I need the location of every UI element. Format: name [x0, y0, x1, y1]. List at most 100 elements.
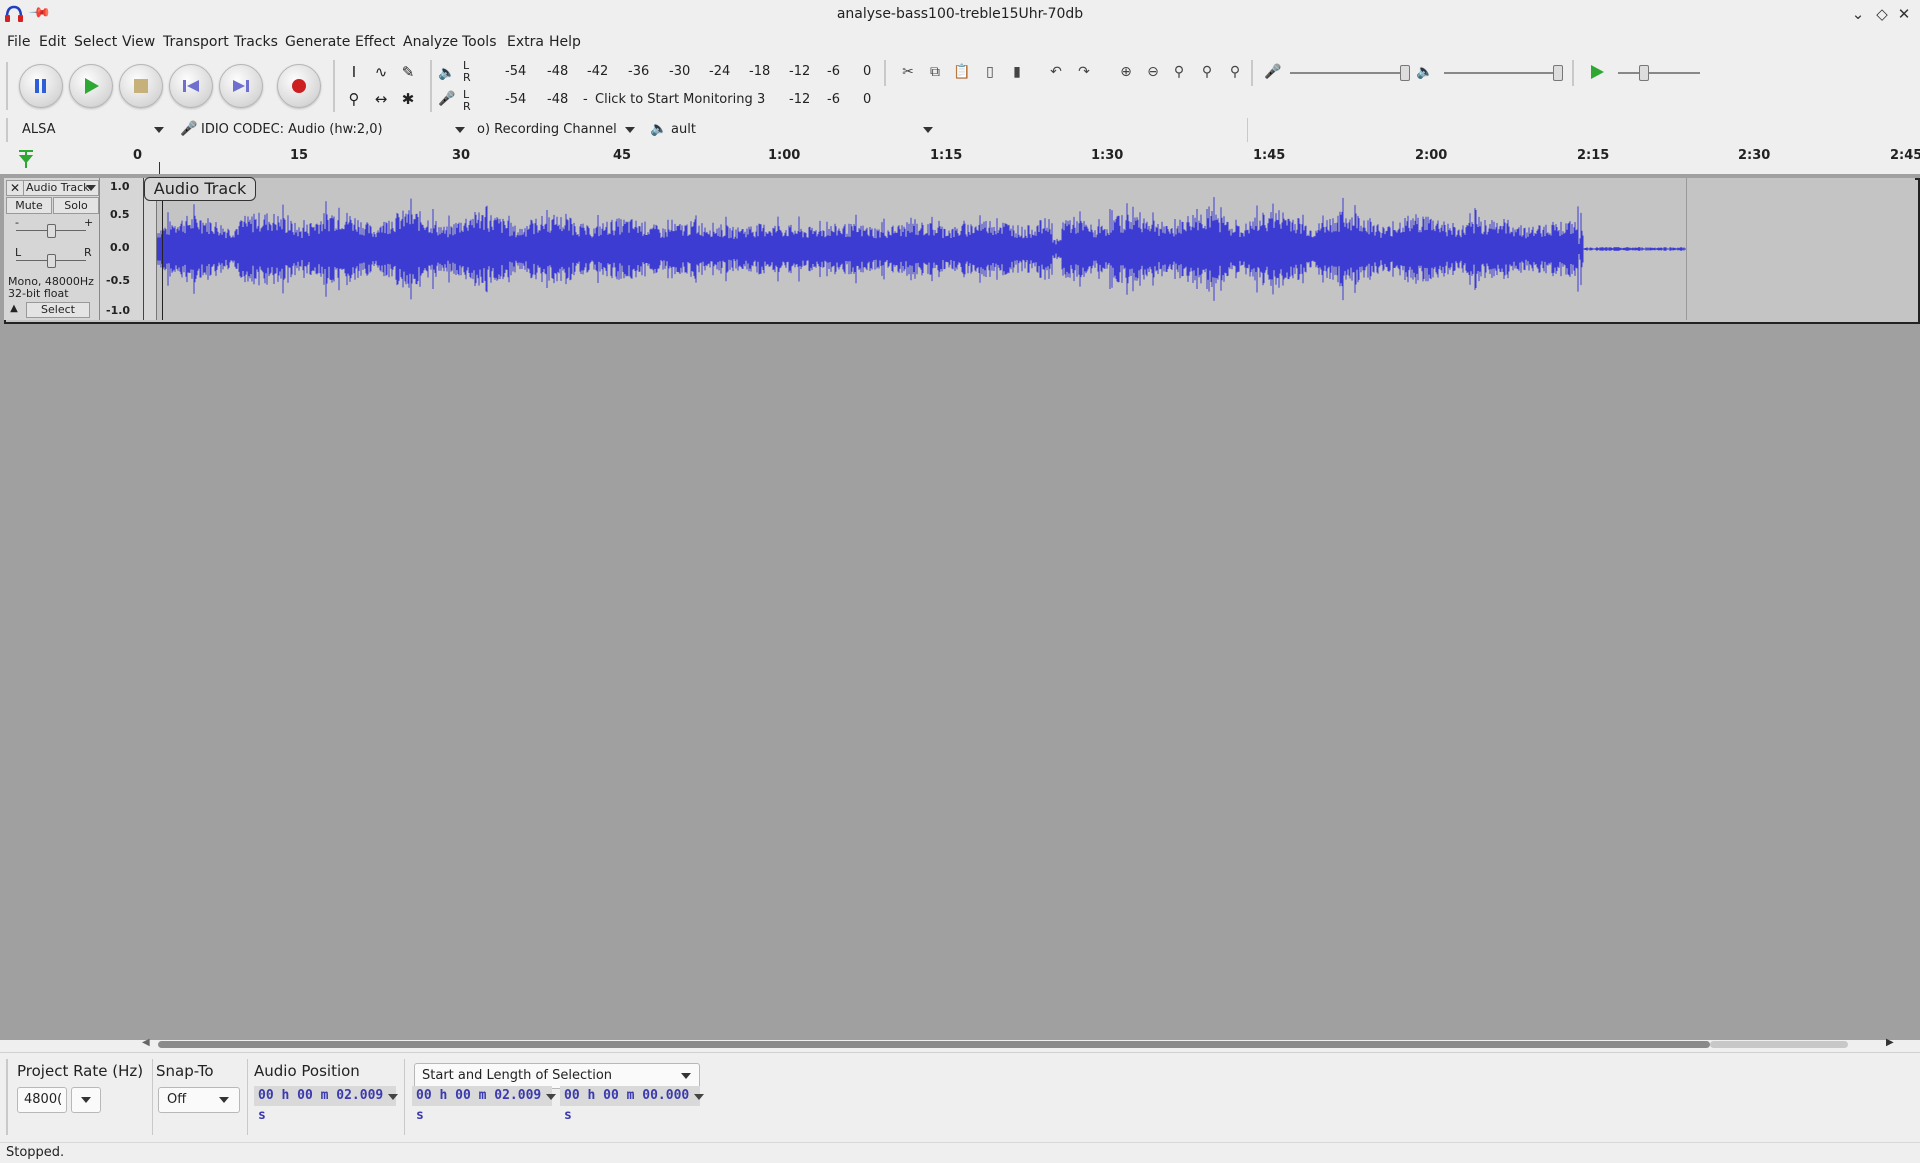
- device-grip[interactable]: [6, 118, 8, 142]
- record-button[interactable]: [277, 64, 321, 108]
- project-rate-input[interactable]: 4800(: [17, 1087, 67, 1113]
- menu-analyze[interactable]: Analyze: [403, 34, 458, 50]
- ruler-tick: 2:00: [1415, 148, 1448, 163]
- meter-tick: -54: [505, 64, 527, 79]
- play-at-speed-button[interactable]: [1588, 63, 1606, 85]
- menu-tracks[interactable]: Tracks: [234, 34, 278, 50]
- waveform-graphic: [156, 197, 1686, 301]
- timeline-ruler[interactable]: 0 15 30 45 1:00 1:15 1:30 1:45 2:00 2:15…: [0, 146, 1920, 175]
- edit-grip[interactable]: [884, 60, 886, 86]
- project-rate-dropdown[interactable]: [71, 1087, 101, 1113]
- silence-icon[interactable]: ▮: [1006, 61, 1028, 83]
- undo-icon[interactable]: ↶: [1045, 61, 1067, 83]
- pin-playhead-icon[interactable]: [16, 148, 36, 170]
- mixer-grip[interactable]: [1251, 60, 1253, 86]
- audio-host-select[interactable]: ALSA: [22, 118, 170, 142]
- clip-name-label[interactable]: Audio Track: [144, 177, 256, 201]
- fit-project-icon[interactable]: ⚲: [1196, 61, 1218, 83]
- selection-start-time[interactable]: 00 h 00 m 02.009 s: [412, 1086, 552, 1123]
- record-meter-mic-icon[interactable]: 🎤: [436, 88, 458, 110]
- select-track-button[interactable]: Select: [26, 302, 90, 318]
- play-speed-thumb[interactable]: [1639, 65, 1649, 81]
- menu-extra[interactable]: Extra: [507, 34, 544, 50]
- scroll-left-icon[interactable]: ◀: [142, 1037, 150, 1048]
- menu-select[interactable]: Select: [74, 34, 117, 50]
- draw-tool-icon[interactable]: ✎: [396, 60, 420, 84]
- play-button[interactable]: [69, 64, 113, 108]
- maximize-icon[interactable]: ◇: [1872, 4, 1892, 24]
- playback-volume-slider[interactable]: [1444, 72, 1562, 74]
- selection-mode-value: Start and Length of Selection: [422, 1068, 613, 1083]
- menu-file[interactable]: File: [7, 34, 30, 50]
- cut-icon[interactable]: ✂: [897, 61, 919, 83]
- stop-icon: [134, 79, 148, 93]
- gain-slider-thumb[interactable]: [47, 224, 56, 238]
- play-icon: [85, 78, 99, 94]
- zoom-toggle-icon[interactable]: ⚲: [1224, 61, 1246, 83]
- scrollbar-thumb[interactable]: [158, 1041, 1710, 1048]
- audio-position-time[interactable]: 00 h 00 m 02.009 s: [254, 1086, 396, 1123]
- selection-grip[interactable]: [6, 1059, 8, 1135]
- paste-icon[interactable]: 📋: [951, 61, 973, 83]
- play-at-speed-grip[interactable]: [1572, 60, 1574, 86]
- collapse-track-icon[interactable]: ▲: [6, 302, 22, 316]
- snap-to-select[interactable]: Off: [158, 1087, 240, 1113]
- chevron-down-icon[interactable]: [388, 1094, 398, 1100]
- meter-tick: -12: [789, 92, 811, 107]
- copy-icon[interactable]: ⧉: [924, 61, 946, 83]
- scrollbar-track[interactable]: [1710, 1041, 1848, 1048]
- zoom-out-icon[interactable]: ⊖: [1142, 61, 1164, 83]
- tools-grip[interactable]: [333, 60, 335, 112]
- pause-button[interactable]: [19, 64, 63, 108]
- zoom-tool-icon[interactable]: ⚲: [342, 87, 366, 111]
- recording-channels-select[interactable]: o) Recording Channel: [477, 118, 645, 142]
- menu-transport[interactable]: Transport: [163, 34, 229, 50]
- playback-meter-speaker-icon[interactable]: 🔈: [436, 62, 458, 84]
- minimize-icon[interactable]: ⌄: [1848, 4, 1868, 24]
- horizontal-scrollbar[interactable]: ◀ ▶: [140, 1036, 1894, 1052]
- scroll-right-icon[interactable]: ▶: [1886, 1037, 1894, 1048]
- chevron-down-icon[interactable]: [546, 1094, 556, 1100]
- chevron-down-icon[interactable]: [694, 1094, 704, 1100]
- ruler-tick: 30: [452, 148, 471, 163]
- skip-to-start-button[interactable]: [169, 64, 213, 108]
- recording-device-select[interactable]: IDIO CODEC: Audio (hw:2,0): [201, 118, 469, 142]
- track-close-icon[interactable]: ✕: [6, 180, 24, 196]
- ruler-tick: 1:45: [1253, 148, 1286, 163]
- selection-length-time[interactable]: 00 h 00 m 00.000 s: [560, 1086, 700, 1123]
- playback-device-select[interactable]: ault: [671, 118, 941, 142]
- close-window-icon[interactable]: ✕: [1894, 4, 1914, 24]
- menu-generate[interactable]: Generate: [285, 34, 350, 50]
- menu-effect[interactable]: Effect: [355, 34, 395, 50]
- menu-edit[interactable]: Edit: [39, 34, 66, 50]
- multi-tool-icon[interactable]: ✱: [396, 87, 420, 111]
- record-icon: [292, 79, 306, 93]
- mute-button[interactable]: Mute: [6, 197, 52, 214]
- play-speed-slider[interactable]: [1618, 72, 1700, 74]
- meter-grip[interactable]: [430, 60, 432, 112]
- stop-button[interactable]: [119, 64, 163, 108]
- fit-selection-icon[interactable]: ⚲: [1168, 61, 1190, 83]
- menu-tools[interactable]: Tools: [462, 34, 497, 50]
- toolbar-grip[interactable]: [6, 62, 8, 110]
- zoom-in-icon[interactable]: ⊕: [1115, 61, 1137, 83]
- record-volume-thumb[interactable]: [1400, 65, 1410, 81]
- skip-to-end-button[interactable]: [219, 64, 263, 108]
- timeshift-tool-icon[interactable]: ↔: [369, 87, 393, 111]
- trim-icon[interactable]: ▯: [979, 61, 1001, 83]
- selection-tool-icon[interactable]: I: [342, 60, 366, 84]
- redo-icon[interactable]: ↷: [1073, 61, 1095, 83]
- pan-slider-thumb[interactable]: [47, 254, 56, 268]
- playback-meter[interactable]: -54 -48 -42 -36 -30 -24 -18 -12 -6 0: [475, 60, 877, 84]
- playback-volume-thumb[interactable]: [1553, 65, 1563, 81]
- track-name-menu[interactable]: Audio Track: [23, 180, 99, 196]
- track-empty-region[interactable]: [1686, 178, 1915, 320]
- menu-help[interactable]: Help: [549, 34, 581, 50]
- menu-view[interactable]: View: [122, 34, 155, 50]
- waveform[interactable]: Audio Track: [143, 177, 1686, 320]
- envelope-tool-icon[interactable]: ∿: [369, 60, 393, 84]
- record-meter[interactable]: -54 -48 - Click to Start Monitoring 3 -1…: [475, 88, 877, 112]
- ruler-tick: 1:00: [768, 148, 801, 163]
- solo-button[interactable]: Solo: [53, 197, 99, 214]
- record-volume-slider[interactable]: [1290, 72, 1410, 74]
